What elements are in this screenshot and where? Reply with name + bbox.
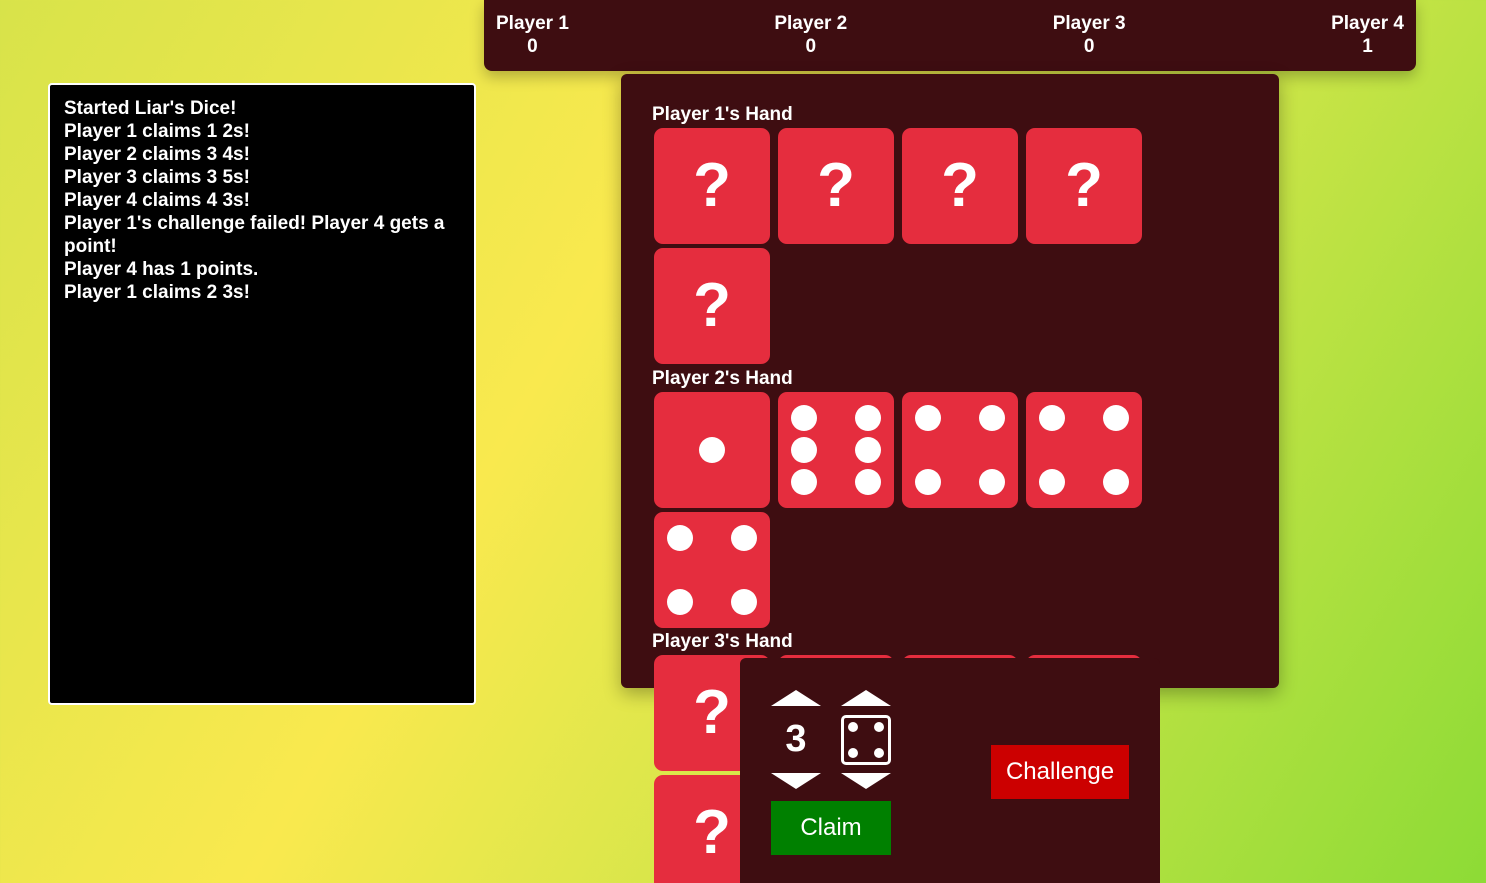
log-entry: Player 1 claims 2 3s! — [64, 282, 250, 303]
face-down-arrow-icon[interactable] — [841, 773, 891, 789]
question-mark: ? — [817, 151, 855, 220]
die-face-4 — [654, 512, 770, 628]
pip — [1103, 469, 1129, 495]
question-mark: ? — [693, 151, 731, 220]
score-player-3: Player 30 — [1053, 12, 1126, 71]
pip — [699, 437, 725, 463]
log-entry: Player 4 has 1 points. — [64, 259, 259, 280]
log-entry: Player 1's challenge failed! Player 4 ge… — [64, 213, 445, 257]
pip — [791, 469, 817, 495]
pip — [979, 469, 1005, 495]
question-mark: ? — [941, 151, 979, 220]
pip — [1103, 405, 1129, 431]
pip — [791, 405, 817, 431]
hidden-die: ? — [1026, 128, 1142, 244]
pip — [915, 405, 941, 431]
pip — [791, 437, 817, 463]
scoreboard: Player 10 Player 20 Player 30 Player 41 — [484, 0, 1416, 71]
player-points: 1 — [1362, 36, 1373, 57]
pip — [1039, 405, 1065, 431]
log-entry: Player 3 claims 3 5s! — [64, 167, 250, 188]
pip — [855, 469, 881, 495]
challenge-button[interactable]: Challenge — [991, 745, 1129, 799]
pip — [667, 589, 693, 615]
player-name: Player 2 — [774, 13, 848, 34]
pip — [667, 525, 693, 551]
player-points: 0 — [1083, 36, 1095, 57]
pip — [874, 748, 884, 758]
pip — [1039, 469, 1065, 495]
claim-face-die-icon — [841, 715, 891, 765]
score-player-1: Player 10 — [496, 12, 569, 71]
player-name: Player 4 — [1331, 13, 1404, 34]
pip — [731, 589, 757, 615]
die-face-4 — [902, 392, 1018, 508]
question-mark: ? — [1065, 151, 1103, 220]
quantity-down-arrow-icon[interactable] — [771, 773, 821, 789]
hand-label: Player 3's Hand — [652, 631, 793, 652]
claim-quantity: 3 — [785, 718, 807, 760]
score-player-2: Player 20 — [774, 12, 847, 71]
hidden-die: ? — [654, 248, 770, 364]
hand-label: Player 1's Hand — [652, 104, 793, 125]
pip — [855, 437, 881, 463]
question-mark: ? — [693, 271, 731, 340]
player-points: 0 — [805, 36, 817, 57]
hidden-die: ? — [902, 128, 1018, 244]
pip — [848, 748, 858, 758]
claim-button[interactable]: Claim — [771, 801, 891, 855]
player-points: 0 — [527, 36, 538, 57]
pip — [915, 469, 941, 495]
log-entry: Player 2 claims 3 4s! — [64, 144, 250, 165]
hidden-die: ? — [778, 128, 894, 244]
pip — [731, 525, 757, 551]
pip — [855, 405, 881, 431]
pip — [979, 405, 1005, 431]
hidden-die: ? — [654, 128, 770, 244]
game-log[interactable]: Started Liar's Dice! Player 1 claims 1 2… — [48, 83, 476, 705]
quantity-up-arrow-icon[interactable] — [771, 690, 821, 706]
pip — [874, 722, 884, 732]
die-face-6 — [778, 392, 894, 508]
log-entry: Player 1 claims 1 2s! — [64, 121, 250, 142]
pip — [848, 722, 858, 732]
face-up-arrow-icon[interactable] — [841, 690, 891, 706]
player-name: Player 3 — [1052, 13, 1126, 34]
die-face-4 — [1026, 392, 1142, 508]
log-entry: Player 4 claims 4 3s! — [64, 190, 250, 211]
die-face-1 — [654, 392, 770, 508]
score-player-4: Player 41 — [1331, 12, 1404, 71]
hand-label: Player 2's Hand — [652, 368, 793, 389]
player-name: Player 1 — [496, 13, 569, 34]
log-entry: Started Liar's Dice! — [64, 98, 237, 119]
